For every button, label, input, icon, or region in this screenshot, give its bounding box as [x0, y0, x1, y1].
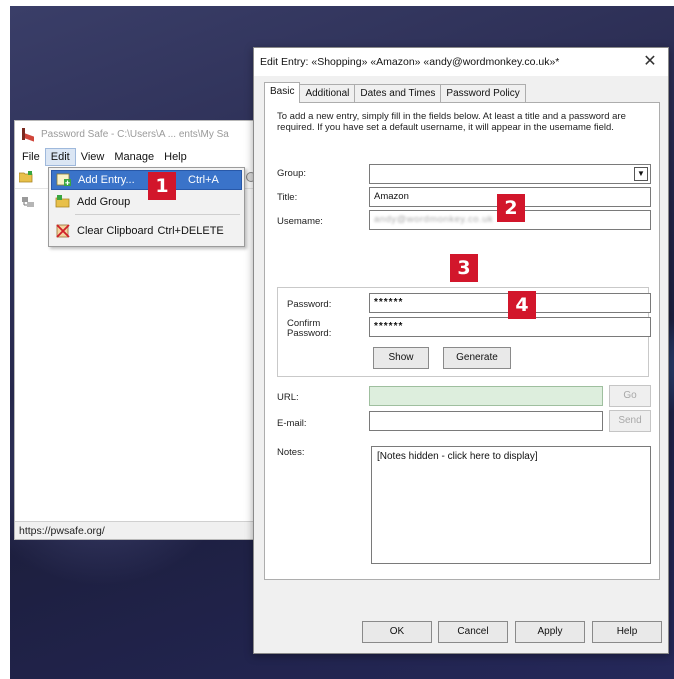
tab-dates-and-times[interactable]: Dates and Times: [354, 84, 442, 102]
tab-basic[interactable]: Basic: [264, 82, 301, 103]
menu-item-label: Add Group: [77, 196, 131, 208]
go-button[interactable]: Go: [609, 385, 651, 407]
title-label: Title:: [277, 192, 298, 203]
menu-help[interactable]: Help: [159, 149, 192, 165]
callout-badge-4: 4: [508, 291, 536, 319]
menu-view[interactable]: View: [76, 149, 110, 165]
menu-file[interactable]: File: [17, 149, 45, 165]
username-label: Usemame:: [277, 216, 323, 227]
generate-button[interactable]: Generate: [443, 347, 511, 369]
group-combobox[interactable]: ▼: [369, 164, 651, 184]
password-safe-app-icon: [21, 127, 35, 141]
password-label: Password:: [287, 299, 332, 310]
add-group-icon: [55, 195, 70, 208]
basic-tab-panel: To add a new entry, simply fill in the f…: [264, 102, 660, 580]
url-input[interactable]: [369, 386, 603, 406]
clear-clipboard-icon: [56, 224, 70, 238]
menu-item-label: Add Entry...: [78, 174, 135, 186]
menu-item-clear-clipboard[interactable]: Clear Clipboard Ctrl+DELETE: [51, 221, 242, 241]
menu-bar: File Edit View Manage Help: [15, 147, 261, 167]
status-bar: https://pwsafe.org/: [15, 521, 261, 539]
tab-password-policy[interactable]: Password Policy: [440, 84, 526, 102]
menu-item-shortcut: Ctrl+A: [188, 174, 219, 186]
dialog-title-bar: Edit Entry: «Shopping» «Amazon» «andy@wo…: [254, 48, 668, 76]
close-icon[interactable]: ✕: [640, 52, 660, 72]
callout-badge-2: 2: [497, 194, 525, 222]
open-folder-icon[interactable]: [19, 171, 33, 183]
menu-item-add-entry[interactable]: Add Entry... Ctrl+A: [51, 170, 242, 190]
url-label: URL:: [277, 392, 299, 403]
username-value: andy@wordmonkey.co.uk: [374, 214, 494, 225]
title-value: Amazon: [374, 191, 409, 202]
send-button[interactable]: Send: [609, 410, 651, 432]
menu-item-label: Clear Clipboard: [77, 225, 154, 237]
confirm-password-label: Confirm Password:: [287, 318, 332, 339]
notes-label: Notes:: [277, 447, 305, 458]
menu-edit[interactable]: Edit: [44, 148, 76, 166]
email-label: E-mail:: [277, 418, 307, 429]
menu-item-shortcut: Ctrl+DELETE: [157, 225, 224, 237]
menu-separator: [75, 214, 240, 215]
edit-dropdown-menu: Add Entry... Ctrl+A Add Group Clear Clip…: [48, 167, 245, 247]
callout-badge-1: 1: [148, 172, 176, 200]
chevron-down-icon[interactable]: ▼: [634, 167, 648, 181]
window-title-bar: Password Safe - C:\Users\A ... ents\My S…: [15, 121, 261, 147]
apply-button[interactable]: Apply: [515, 621, 585, 643]
notes-textarea[interactable]: [Notes hidden - click here to display]: [371, 446, 651, 564]
confirm-password-value: ******: [374, 321, 404, 332]
menu-manage[interactable]: Manage: [109, 149, 159, 165]
add-entry-icon: [56, 173, 71, 186]
database-tree-icon: [22, 197, 34, 207]
ok-button[interactable]: OK: [362, 621, 432, 643]
status-url: https://pwsafe.org/: [19, 524, 105, 537]
group-label: Group:: [277, 168, 307, 179]
tab-strip: Basic Additional Dates and Times Passwor…: [264, 82, 526, 103]
email-input[interactable]: [369, 411, 603, 431]
window-title: Password Safe - C:\Users\A ... ents\My S…: [41, 128, 229, 140]
show-button[interactable]: Show: [373, 347, 429, 369]
dialog-title: Edit Entry: «Shopping» «Amazon» «andy@wo…: [260, 56, 560, 68]
menu-item-add-group[interactable]: Add Group: [51, 192, 242, 212]
help-button[interactable]: Help: [592, 621, 662, 643]
tab-additional[interactable]: Additional: [299, 84, 356, 102]
intro-text: To add a new entry, simply fill in the f…: [277, 111, 626, 133]
callout-badge-3: 3: [450, 254, 478, 282]
edit-entry-dialog: Edit Entry: «Shopping» «Amazon» «andy@wo…: [253, 47, 669, 654]
notes-value: [Notes hidden - click here to display]: [377, 451, 538, 462]
password-value: ******: [374, 297, 404, 308]
confirm-password-input[interactable]: ******: [369, 317, 651, 337]
cancel-button[interactable]: Cancel: [438, 621, 508, 643]
